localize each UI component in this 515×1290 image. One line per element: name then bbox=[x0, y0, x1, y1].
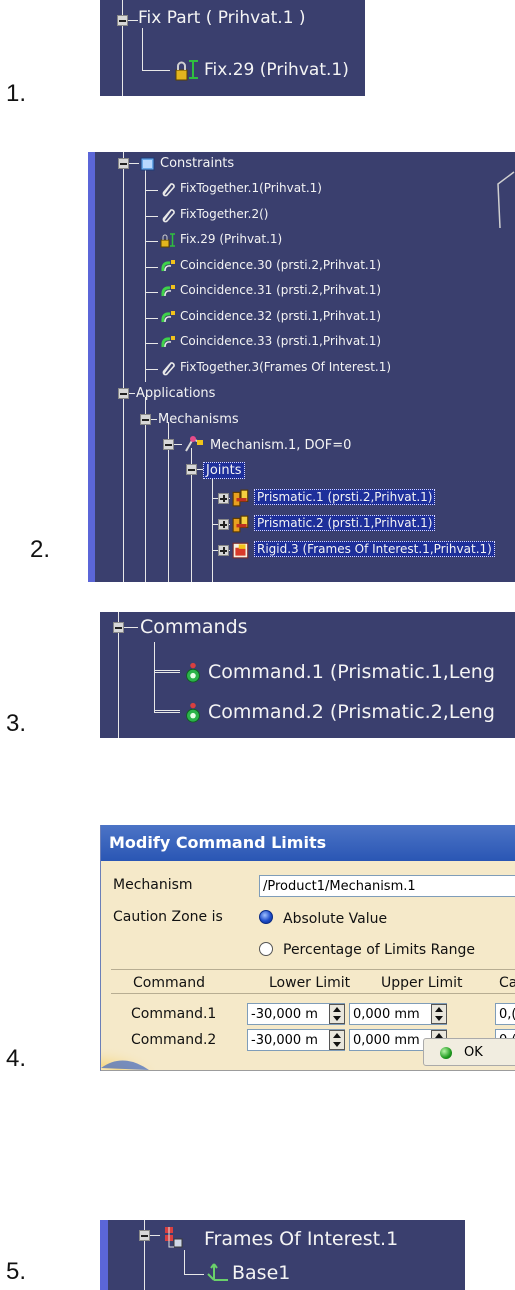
modify-command-limits-dialog: Modify Command Limits Mechanism /Product… bbox=[100, 825, 515, 1071]
frames-of-interest-icon bbox=[165, 1227, 183, 1248]
fix-together-icon bbox=[160, 360, 176, 376]
lower-limit-spinner[interactable] bbox=[329, 1004, 345, 1024]
caution-zone-label: Caution Zone is bbox=[113, 909, 223, 925]
coincidence-icon bbox=[160, 283, 176, 299]
step-number-5: 5. bbox=[6, 1258, 27, 1285]
constraint-item[interactable]: Coincidence.33 (prsti.1,Prihvat.1) bbox=[180, 334, 381, 348]
percentage-label[interactable]: Percentage of Limits Range bbox=[283, 942, 475, 958]
ok-label: OK bbox=[464, 1045, 483, 1060]
mechanism-icon bbox=[185, 436, 203, 452]
prismatic-joint-icon bbox=[232, 515, 250, 533]
constraint-item[interactable]: Coincidence.32 (prsti.1,Prihvat.1) bbox=[180, 309, 381, 323]
step-number-2: 2. bbox=[30, 536, 51, 563]
absolute-value-radio[interactable] bbox=[259, 910, 273, 924]
expand-toggle[interactable] bbox=[218, 545, 229, 556]
mechanism-field[interactable]: /Product1/Mechanism.1 bbox=[259, 875, 515, 897]
collapse-toggle[interactable] bbox=[117, 15, 128, 26]
fix-icon bbox=[160, 232, 176, 248]
absolute-value-label[interactable]: Absolute Value bbox=[283, 911, 387, 927]
constraint-item[interactable]: Coincidence.30 (prsti.2,Prihvat.1) bbox=[180, 258, 381, 272]
ok-button[interactable]: OK bbox=[423, 1038, 515, 1066]
applications-toggle[interactable] bbox=[118, 388, 129, 399]
mechanisms-toggle[interactable] bbox=[140, 414, 151, 425]
prismatic-joint-icon bbox=[232, 489, 250, 507]
frames-of-interest-label[interactable]: Frames Of Interest.1 bbox=[204, 1228, 398, 1250]
rigid-joint-icon bbox=[232, 541, 250, 559]
commands-toggle[interactable] bbox=[113, 622, 124, 633]
constraints-label[interactable]: Constraints bbox=[160, 156, 234, 171]
base1-label[interactable]: Base1 bbox=[232, 1262, 290, 1284]
constraint-item[interactable]: FixTogether.1(Prihvat.1) bbox=[180, 181, 322, 195]
command-icon bbox=[182, 701, 204, 723]
joints-label[interactable]: Joints bbox=[203, 462, 245, 479]
expand-toggle[interactable] bbox=[218, 493, 229, 504]
expand-toggle[interactable] bbox=[218, 519, 229, 530]
applications-label[interactable]: Applications bbox=[136, 386, 215, 401]
coincidence-icon bbox=[160, 309, 176, 325]
specification-tree-panel: Constraints FixTogether.1(Prihvat.1) FixT… bbox=[88, 152, 515, 582]
column-lower-limit: Lower Limit bbox=[269, 975, 351, 991]
joint-item[interactable]: Prismatic.2 (prsti.1,Prihvat.1) bbox=[254, 515, 436, 531]
constraint-item[interactable]: FixTogether.2() bbox=[180, 207, 268, 221]
fix-part-node-label[interactable]: Fix Part ( Prihvat.1 ) bbox=[138, 8, 306, 28]
joints-toggle[interactable] bbox=[186, 464, 197, 475]
commands-label[interactable]: Commands bbox=[140, 616, 248, 638]
mechanisms-label[interactable]: Mechanisms bbox=[158, 412, 239, 427]
column-command: Command bbox=[133, 975, 205, 991]
step-number-3: 3. bbox=[6, 710, 27, 737]
percentage-radio[interactable] bbox=[259, 942, 273, 956]
step-number-1: 1. bbox=[6, 80, 27, 107]
commands-tree-panel: Commands Command.1 (Prismatic.1,Leng Comm… bbox=[100, 612, 515, 738]
frames-tree-panel: Frames Of Interest.1 Base1 bbox=[100, 1220, 465, 1290]
fix-together-icon bbox=[160, 207, 176, 223]
constraints-icon bbox=[140, 157, 155, 171]
upper-limit-spinner[interactable] bbox=[431, 1004, 447, 1024]
fix-constraint-icon bbox=[175, 60, 198, 81]
constraints-toggle[interactable] bbox=[118, 158, 129, 169]
dialog-title: Modify Command Limits bbox=[101, 825, 515, 861]
lower-limit-spinner[interactable] bbox=[329, 1030, 345, 1050]
joint-item[interactable]: Rigid.3 (Frames Of Interest.1,Prihvat.1) bbox=[254, 541, 495, 557]
column-upper-limit: Upper Limit bbox=[381, 975, 463, 991]
command-item[interactable]: Command.1 (Prismatic.1,Leng bbox=[208, 661, 495, 683]
command-name-label: Command.1 bbox=[131, 1006, 217, 1022]
caution-field[interactable]: 0,( bbox=[495, 1003, 515, 1025]
mechanism-toggle[interactable] bbox=[163, 439, 174, 450]
axis-system-icon bbox=[207, 1263, 228, 1281]
constraint-item[interactable]: FixTogether.3(Frames Of Interest.1) bbox=[180, 360, 391, 374]
coincidence-icon bbox=[160, 334, 176, 350]
mechanism-label[interactable]: Mechanism.1, DOF=0 bbox=[210, 438, 351, 453]
frames-toggle[interactable] bbox=[139, 1230, 150, 1241]
command-item[interactable]: Command.2 (Prismatic.2,Leng bbox=[208, 701, 495, 723]
constraint-item[interactable]: Fix.29 (Prihvat.1) bbox=[180, 232, 282, 246]
joint-item[interactable]: Prismatic.1 (prsti.2,Prihvat.1) bbox=[254, 489, 436, 505]
ok-status-icon bbox=[440, 1047, 452, 1059]
step-number-4: 4. bbox=[6, 1045, 27, 1072]
fix-part-tree-panel: Fix Part ( Prihvat.1 ) Fix.29 (Prihvat.1… bbox=[100, 0, 365, 96]
mechanism-field-label: Mechanism bbox=[113, 877, 193, 893]
earth-logo-icon bbox=[101, 1046, 155, 1070]
command-icon bbox=[182, 661, 204, 683]
constraint-item[interactable]: Coincidence.31 (prsti.2,Prihvat.1) bbox=[180, 283, 381, 297]
fix-constraint-label[interactable]: Fix.29 (Prihvat.1) bbox=[204, 60, 349, 80]
geometry-edge-icon bbox=[497, 171, 515, 229]
fix-together-icon bbox=[160, 181, 176, 197]
coincidence-icon bbox=[160, 258, 176, 274]
column-caution: Ca bbox=[499, 975, 515, 991]
